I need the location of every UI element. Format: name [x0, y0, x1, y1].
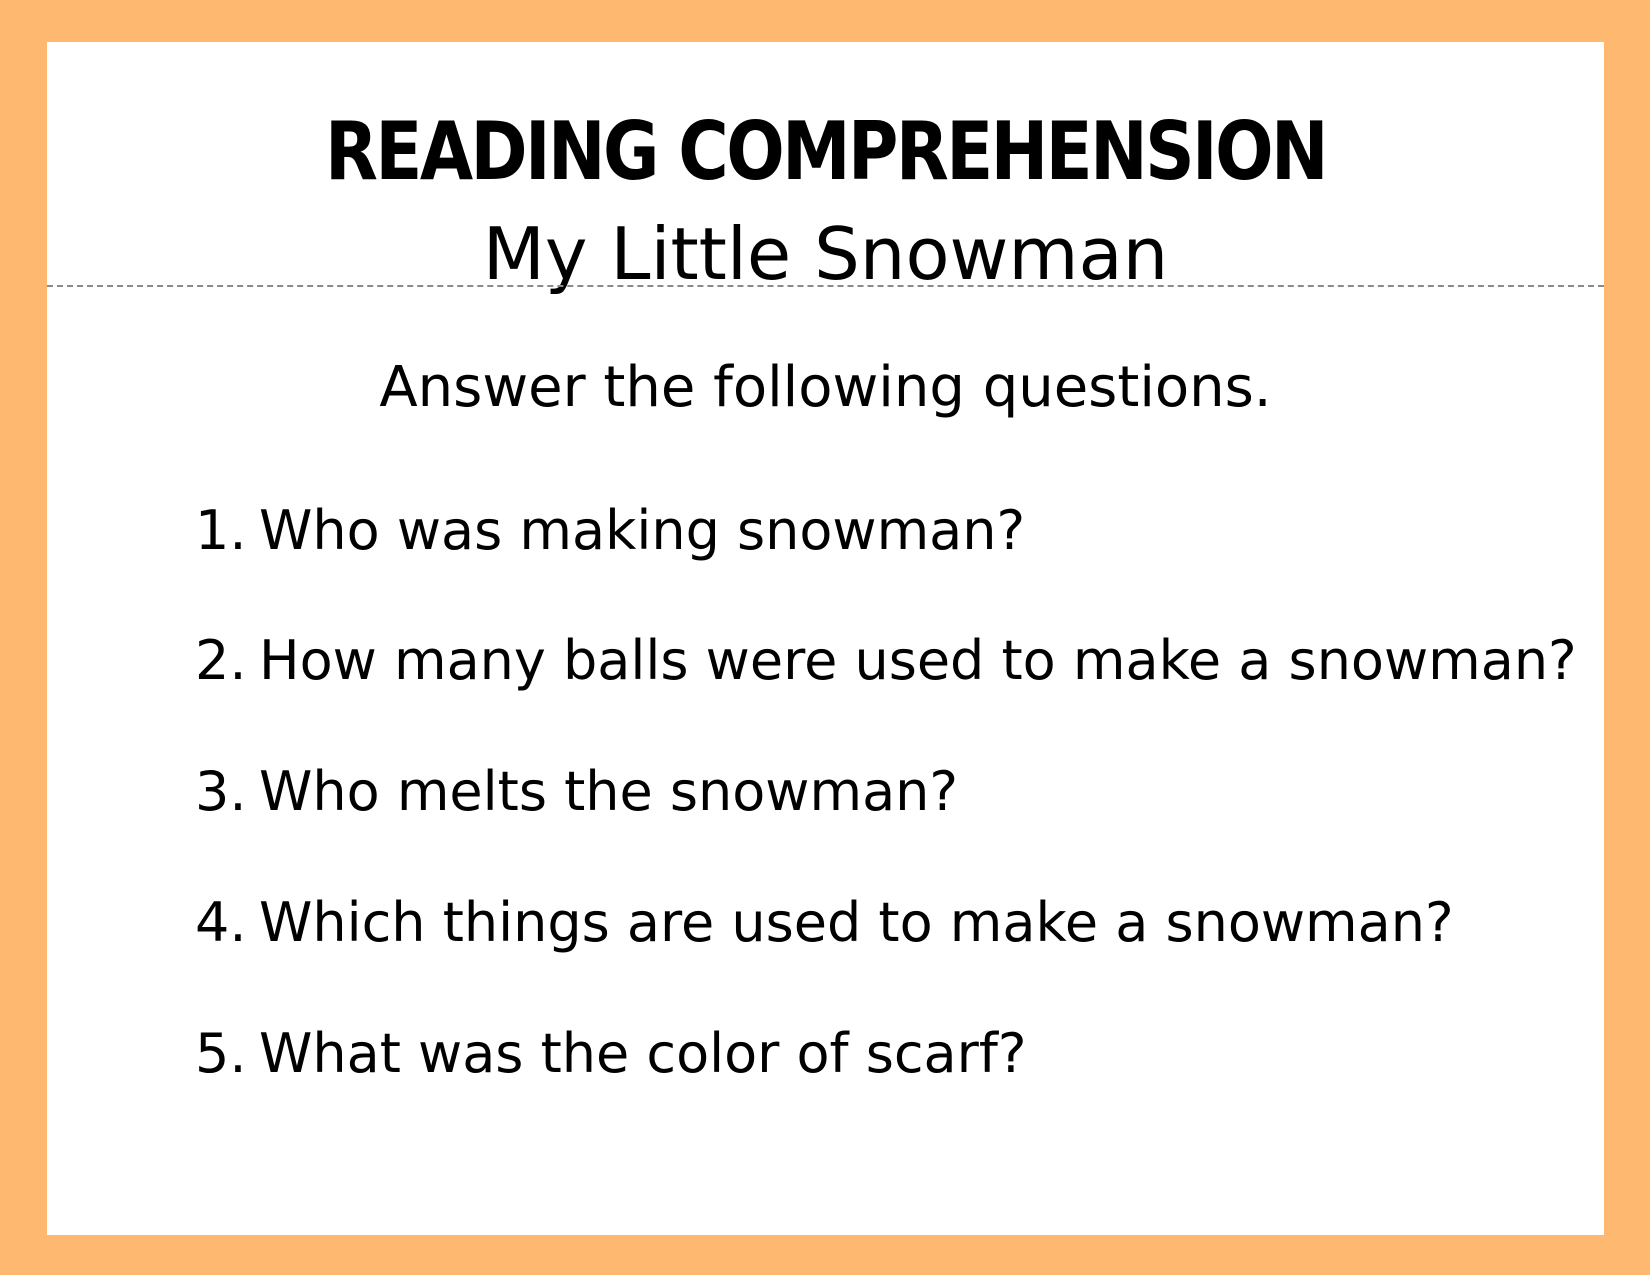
question-number: 3.	[195, 760, 247, 823]
question-text: Who was making snowman?	[259, 499, 1026, 562]
story-title: My Little Snowman	[482, 212, 1169, 296]
instruction-text: Answer the following questions.	[379, 355, 1272, 420]
question-item-2: 2. How many balls were used to make a sno…	[195, 634, 1577, 688]
question-item-3: 3. Who melts the snowman?	[195, 765, 958, 819]
page-title: READING COMPREHENSION	[325, 105, 1329, 198]
question-item-1: 1. Who was making snowman?	[195, 504, 1025, 558]
question-text: What was the color of scarf?	[259, 1022, 1027, 1085]
question-text: How many balls were used to make a snowm…	[259, 629, 1577, 692]
dashed-divider	[47, 285, 1604, 287]
question-number: 1.	[195, 499, 247, 562]
question-text: Who melts the snowman?	[259, 760, 959, 823]
question-item-5: 5. What was the color of scarf?	[195, 1027, 1027, 1081]
question-number: 4.	[195, 891, 247, 954]
question-item-4: 4. Which things are used to make a snowma…	[195, 896, 1454, 950]
question-number: 5.	[195, 1022, 247, 1085]
worksheet-sheet: READING COMPREHENSION My Little Snowman …	[47, 42, 1604, 1235]
worksheet-page: { "worksheet": { "title": "READING COMPR…	[0, 0, 1650, 1275]
question-text: Which things are used to make a snowman?	[259, 891, 1454, 954]
question-number: 2.	[195, 629, 247, 692]
